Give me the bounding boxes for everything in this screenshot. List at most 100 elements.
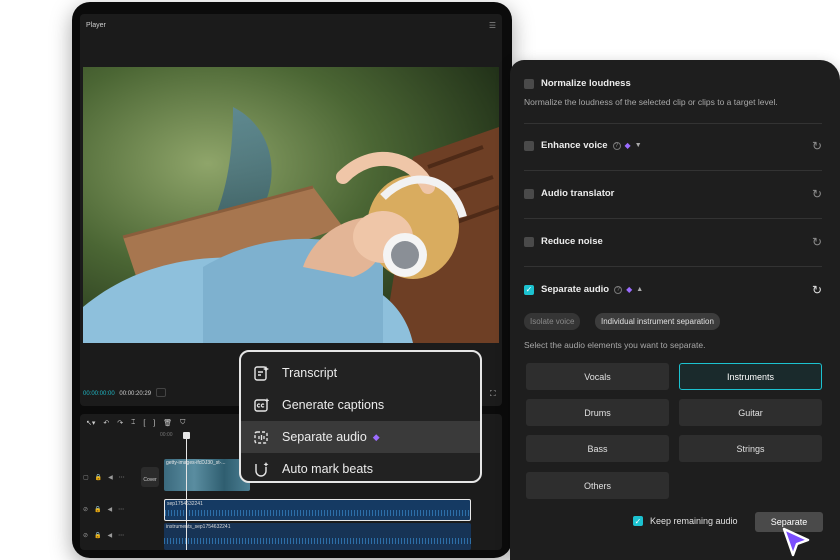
link-icon[interactable]: ⊘ <box>83 532 88 539</box>
premium-gem-icon: ◆ <box>626 285 633 294</box>
element-guitar-button[interactable]: Guitar <box>679 399 822 426</box>
premium-gem-icon: ◆ <box>372 431 380 442</box>
player-panel: Player ☰ 00:00:00:00 00:00:20:29 ⛶ <box>80 14 502 406</box>
reduce-noise-checkbox[interactable] <box>524 236 534 247</box>
normalize-label: Normalize loudness <box>541 78 631 89</box>
mode-isolate-voice[interactable]: Isolate voice <box>524 313 581 330</box>
split-icon[interactable]: ⌶ <box>131 419 135 427</box>
element-bass-button[interactable]: Bass <box>526 435 669 462</box>
element-drums-button[interactable]: Drums <box>526 399 669 426</box>
normalize-description: Normalize the loudness of the selected c… <box>524 97 778 107</box>
link-icon[interactable]: ⊘ <box>83 506 88 513</box>
timecode-display: 00:00:00:00 00:00:20:29 <box>83 391 151 397</box>
menu-item-auto-mark-beats[interactable]: Auto mark beats <box>241 453 480 485</box>
divider <box>524 170 822 171</box>
element-instruments-button[interactable]: Instruments <box>679 363 822 390</box>
enhance-voice-label: Enhance voice <box>541 140 608 151</box>
context-menu: Transcript Generate captions Separate au… <box>239 350 482 483</box>
audio-clip-instruments[interactable]: instruments_sep1754632241 <box>164 523 471 550</box>
audio-translator-checkbox[interactable] <box>524 188 534 199</box>
premium-gem-icon: ◆ <box>624 141 631 150</box>
option-reduce-noise: Reduce noise ↻ <box>524 235 822 249</box>
pointer-cursor-icon <box>782 527 810 557</box>
menu-item-generate-captions[interactable]: Generate captions <box>241 389 480 421</box>
undo-icon[interactable]: ↶ <box>103 419 109 427</box>
beats-icon <box>253 461 269 477</box>
track-visible-icon[interactable]: ▢ <box>83 474 89 481</box>
help-icon[interactable]: ? <box>612 141 621 150</box>
reset-icon[interactable]: ↻ <box>812 283 822 297</box>
divider <box>524 123 822 124</box>
normalize-checkbox[interactable] <box>524 78 534 89</box>
captions-icon <box>253 397 269 413</box>
lock-icon[interactable]: 🔒 <box>94 532 101 539</box>
reset-icon[interactable]: ↻ <box>812 139 822 153</box>
preview-image <box>83 67 499 343</box>
select-tool-icon[interactable]: ↖▾ <box>86 419 95 427</box>
menu-item-label: Auto mark beats <box>282 462 374 476</box>
redo-icon[interactable]: ↷ <box>117 419 123 427</box>
audio-clip-vocals[interactable]: sep1754632241 <box>164 499 471 521</box>
reduce-noise-label: Reduce noise <box>541 236 603 247</box>
menu-icon[interactable]: ☰ <box>489 21 496 30</box>
option-enhance-voice: Enhance voice ? ◆ ▼ ↻ <box>524 139 822 153</box>
delete-icon[interactable]: 🗑 <box>163 419 172 427</box>
keep-remaining-checkbox[interactable]: ✓ <box>633 516 643 526</box>
chevron-down-icon[interactable]: ▼ <box>635 142 642 149</box>
timecode-current: 00:00:00:00 <box>83 391 115 397</box>
player-title: Player <box>86 21 106 29</box>
audio-clip-label: sep1754632241 <box>167 501 203 507</box>
menu-item-label: Separate audio <box>282 430 367 444</box>
trim-left-icon[interactable]: [ <box>143 420 145 427</box>
help-icon[interactable]: ? <box>614 285 623 294</box>
more-icon[interactable]: ⋯ <box>119 474 125 481</box>
video-clip-label: getty-images-ifcDJ30_st-... <box>166 460 226 466</box>
keep-remaining-label: Keep remaining audio <box>650 516 738 526</box>
cover-button[interactable]: Cover <box>141 467 159 487</box>
chevron-up-icon[interactable]: ▲ <box>636 286 643 293</box>
audio-track-2-controls: ⊘ 🔒 ◀ ⋯ <box>83 532 124 539</box>
option-audio-translator: Audio translator ↻ <box>524 187 822 201</box>
divider <box>524 218 822 219</box>
audio-translator-label: Audio translator <box>541 188 615 199</box>
audio-icon[interactable]: ◀ <box>108 506 113 513</box>
audio-track-1-controls: ⊘ 🔒 ◀ ⋯ <box>83 506 124 513</box>
menu-item-separate-audio[interactable]: Separate audio ◆ <box>241 421 480 453</box>
player-header: Player ☰ <box>80 14 502 36</box>
audio-clip-label: instruments_sep1754632241 <box>166 524 231 530</box>
more-icon[interactable]: ⋯ <box>118 532 124 539</box>
shield-icon[interactable]: ⛉ <box>180 419 185 427</box>
element-vocals-button[interactable]: Vocals <box>526 363 669 390</box>
audio-icon[interactable]: ◀ <box>108 474 113 481</box>
element-strings-button[interactable]: Strings <box>679 435 822 462</box>
audio-icon[interactable]: ◀ <box>108 532 113 539</box>
reset-icon[interactable]: ↻ <box>812 235 822 249</box>
playhead[interactable] <box>183 432 190 550</box>
menu-item-transcript[interactable]: Transcript <box>241 357 480 389</box>
lock-icon[interactable]: 🔒 <box>95 474 102 481</box>
more-icon[interactable]: ⋯ <box>118 506 124 513</box>
keep-remaining-row: ✓ Keep remaining audio <box>633 516 738 526</box>
reset-icon[interactable]: ↻ <box>812 187 822 201</box>
separate-audio-checkbox[interactable]: ✓ <box>524 284 534 295</box>
menu-item-label: Transcript <box>282 366 338 380</box>
ratio-icon[interactable] <box>156 388 166 397</box>
video-track-controls: ▢ 🔒 ◀ ⋯ <box>83 474 125 481</box>
fullscreen-icon[interactable]: ⛶ <box>490 389 496 399</box>
separate-audio-icon <box>253 429 269 445</box>
video-clip[interactable]: getty-images-ifcDJ30_st-... <box>164 459 250 491</box>
video-preview <box>83 67 499 343</box>
trim-right-icon[interactable]: ] <box>153 420 155 427</box>
menu-item-label: Generate captions <box>282 398 385 412</box>
enhance-voice-checkbox[interactable] <box>524 140 534 151</box>
mode-individual-instrument[interactable]: Individual instrument separation <box>595 313 720 330</box>
option-separate-audio: ✓ Separate audio ? ◆ ▲ ↻ <box>524 283 822 297</box>
stage: Player ☰ 00:00:00:00 00:00:20:29 ⛶ ↖▾ ↶ … <box>0 0 840 560</box>
element-others-button[interactable]: Others <box>526 472 669 499</box>
option-normalize-loudness: Normalize loudness <box>524 78 822 89</box>
lock-icon[interactable]: 🔒 <box>94 506 101 513</box>
timecode-total: 00:00:20:29 <box>119 391 152 397</box>
select-hint: Select the audio elements you want to se… <box>524 340 706 350</box>
audio-panel: Normalize loudness Normalize the loudnes… <box>510 60 840 560</box>
divider <box>524 266 822 267</box>
